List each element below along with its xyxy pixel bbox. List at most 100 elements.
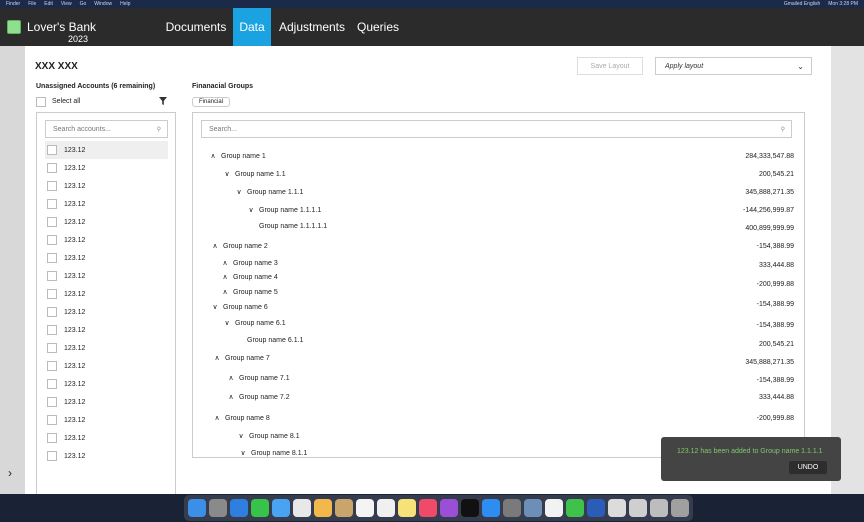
account-row[interactable]: 123.12 — [45, 231, 168, 249]
search-icon: ⚲ — [780, 127, 785, 133]
wechat-icon[interactable] — [566, 499, 584, 517]
menu-go[interactable]: Go — [80, 1, 87, 7]
group-value-row: 345,888,271.35 — [193, 187, 804, 199]
account-row[interactable]: 123.12 — [45, 375, 168, 393]
tab-data[interactable]: Data — [233, 8, 271, 46]
group-value-row: 200,545.21 — [193, 169, 804, 181]
account-checkbox[interactable] — [47, 325, 57, 335]
account-checkbox[interactable] — [47, 433, 57, 443]
contacts-icon[interactable] — [335, 499, 353, 517]
group-value: 200,545.21 — [758, 341, 794, 348]
select-all-checkbox[interactable] — [36, 97, 46, 107]
group-value: 333,444.88 — [758, 394, 794, 401]
account-checkbox[interactable] — [47, 397, 57, 407]
chrome-icon[interactable] — [545, 499, 563, 517]
search-groups-input[interactable]: Search... ⚲ — [201, 120, 792, 138]
launchpad-icon[interactable] — [209, 499, 227, 517]
trash-icon[interactable] — [671, 499, 689, 517]
brand-name: Lover's Bank — [27, 20, 96, 34]
account-row[interactable]: 123.12 — [45, 339, 168, 357]
menu-window[interactable]: Window — [94, 1, 112, 7]
menu-edit[interactable]: Edit — [44, 1, 53, 7]
account-checkbox[interactable] — [47, 379, 57, 389]
group-value: 345,888,271.35 — [745, 359, 794, 366]
account-row[interactable]: 123.12 — [45, 195, 168, 213]
chevron-down-icon[interactable]: ∨ — [237, 432, 245, 440]
account-row[interactable]: 123.12 — [45, 267, 168, 285]
menu-help[interactable]: Help — [120, 1, 130, 7]
apply-layout-select[interactable]: Apply layout ⌄ — [655, 57, 812, 75]
account-checkbox[interactable] — [47, 253, 57, 263]
calendar-icon[interactable] — [356, 499, 374, 517]
safari-icon[interactable] — [230, 499, 248, 517]
tab-adjustments[interactable]: Adjustments — [276, 8, 348, 46]
search-accounts-input[interactable]: Search accounts... ⚲ — [45, 120, 168, 138]
menu-finder[interactable]: Finder — [6, 1, 20, 7]
account-row[interactable]: 123.12 — [45, 213, 168, 231]
notes-icon[interactable] — [398, 499, 416, 517]
menu-view[interactable]: View — [61, 1, 72, 7]
account-row[interactable]: 123.12 — [45, 357, 168, 375]
account-row[interactable]: 123.12 — [45, 249, 168, 267]
account-checkbox[interactable] — [47, 361, 57, 371]
account-value: 123.12 — [64, 362, 86, 370]
account-checkbox[interactable] — [47, 271, 57, 281]
document-icon[interactable] — [608, 499, 626, 517]
filter-icon[interactable] — [159, 97, 167, 105]
folder-icon[interactable] — [650, 499, 668, 517]
reminders-icon[interactable] — [377, 499, 395, 517]
account-checkbox[interactable] — [47, 199, 57, 209]
group-value-row: -154,388.99 — [193, 241, 804, 253]
account-checkbox[interactable] — [47, 181, 57, 191]
app-store-icon[interactable] — [482, 499, 500, 517]
account-row[interactable]: 123.12 — [45, 177, 168, 195]
account-row[interactable]: 123.12 — [45, 429, 168, 447]
preview-icon[interactable] — [524, 499, 542, 517]
financial-tag[interactable]: Financial — [192, 97, 231, 107]
account-checkbox[interactable] — [47, 451, 57, 461]
account-checkbox[interactable] — [47, 343, 57, 353]
chevron-up-icon[interactable]: ∧ — [221, 288, 229, 296]
account-checkbox[interactable] — [47, 289, 57, 299]
account-row[interactable]: 123.12 — [45, 285, 168, 303]
maps-icon[interactable] — [293, 499, 311, 517]
folder-icon[interactable] — [629, 499, 647, 517]
account-row[interactable]: 123.12 — [45, 159, 168, 177]
input-source-status[interactable]: Gmailed English — [784, 1, 820, 7]
group-row[interactable]: ∧ Group name 5 — [193, 287, 804, 299]
podcasts-icon[interactable] — [440, 499, 458, 517]
photos-icon[interactable] — [314, 499, 332, 517]
chevron-down-icon[interactable]: ∨ — [239, 449, 247, 457]
account-row[interactable]: 123.12 — [45, 321, 168, 339]
save-layout-button[interactable]: Save Layout — [577, 57, 643, 75]
account-checkbox[interactable] — [47, 145, 57, 155]
undo-button[interactable]: UNDO — [789, 461, 827, 474]
tab-queries[interactable]: Queries — [352, 8, 404, 46]
account-checkbox[interactable] — [47, 415, 57, 425]
group-value: -154,388.99 — [756, 301, 794, 308]
word-icon[interactable] — [587, 499, 605, 517]
account-row[interactable]: 123.12 — [45, 447, 168, 465]
account-value: 123.12 — [64, 236, 86, 244]
accounts-panel: Search accounts... ⚲ 123.12 123.12 123.12 1… — [36, 112, 176, 501]
clock[interactable]: Mon 3:28 PM — [828, 1, 858, 7]
account-row[interactable]: 123.12 — [45, 141, 168, 159]
account-checkbox[interactable] — [47, 163, 57, 173]
system-preferences-icon[interactable] — [503, 499, 521, 517]
account-row[interactable]: 123.12 — [45, 411, 168, 429]
tab-documents[interactable]: Documents — [160, 8, 232, 46]
account-checkbox[interactable] — [47, 235, 57, 245]
menu-file[interactable]: File — [28, 1, 36, 7]
messages-icon[interactable] — [251, 499, 269, 517]
finder-icon[interactable] — [188, 499, 206, 517]
apple-tv-icon[interactable] — [461, 499, 479, 517]
account-row[interactable]: 123.12 — [45, 393, 168, 411]
account-row[interactable]: 123.12 — [45, 303, 168, 321]
chevron-right-icon[interactable]: › — [8, 466, 12, 480]
select-all-label: Select all — [52, 98, 81, 105]
music-icon[interactable] — [419, 499, 437, 517]
account-checkbox[interactable] — [47, 217, 57, 227]
search-groups-placeholder: Search... — [209, 125, 238, 133]
facetime-icon[interactable] — [272, 499, 290, 517]
account-checkbox[interactable] — [47, 307, 57, 317]
